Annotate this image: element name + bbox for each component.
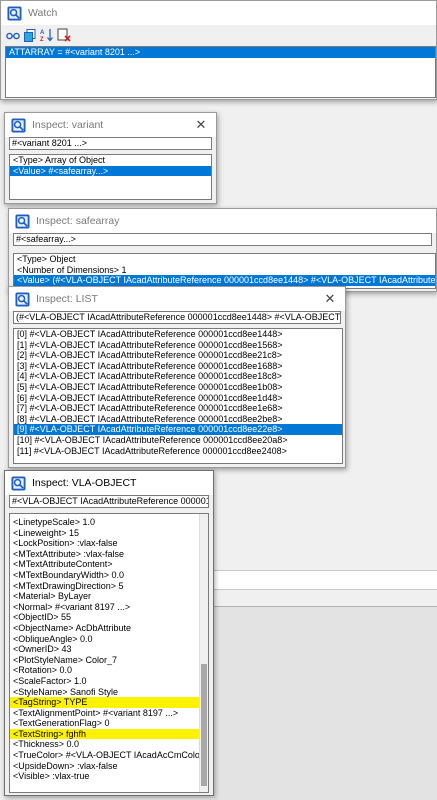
inspect-safearray-list[interactable]: <Type> Object <Number of Dimensions> 1 <… [13, 253, 436, 289]
property-row[interactable]: <ObjectName> AcDbAttribute [10, 623, 199, 634]
property-row[interactable]: <OwnerID> 43 [10, 644, 199, 655]
vlisp-watch-icon [7, 6, 22, 21]
inspect-variant-field: #<variant 8201 ...> [9, 137, 212, 150]
property-row[interactable]: <MTextAttributeContent> [10, 559, 199, 570]
list-item[interactable]: [5] #<VLA-OBJECT IAcadAttributeReference… [14, 382, 342, 393]
inspect-safearray-field: #<safearray...> [13, 233, 432, 246]
clear-window-icon[interactable] [56, 28, 71, 43]
inspect-list-titlebar[interactable]: Inspect: LIST ✕ [9, 287, 345, 311]
inspect-vla-object-title: Inspect: VLA-OBJECT [32, 477, 137, 489]
inspect-variant-window: Inspect: variant ✕ #<variant 8201 ...> <… [4, 112, 217, 204]
inspect-safearray-window: Inspect: safearray #<safearray...> <Type… [8, 208, 437, 292]
inspect-variant-list[interactable]: <Type> Array of Object <Value> #<safearr… [9, 154, 212, 200]
inspect-list-list[interactable]: [0] #<VLA-OBJECT IAcadAttributeReference… [13, 328, 343, 464]
inspect-variant-title: Inspect: variant [32, 119, 104, 131]
vlisp-inspect-icon [15, 292, 30, 307]
property-row[interactable]: <ObjectID> 55 [10, 612, 199, 623]
vlisp-inspect-icon [11, 476, 26, 491]
watch-titlebar[interactable]: Watch [1, 1, 436, 25]
list-item[interactable]: ATTARRAY = #<variant 8201 ...> [6, 47, 435, 58]
list-item[interactable]: [6] #<VLA-OBJECT IAcadAttributeReference… [14, 393, 342, 404]
property-row[interactable]: <LockPosition> :vlax-false [10, 538, 199, 549]
property-row[interactable]: <Material> ByLayer [10, 591, 199, 602]
property-row[interactable]: <MTextDrawingDirection> 5 [10, 581, 199, 592]
background-panel [214, 570, 437, 590]
list-item[interactable]: [1] #<VLA-OBJECT IAcadAttributeReference… [14, 340, 342, 351]
close-icon[interactable]: ✕ [186, 113, 216, 137]
list-item[interactable]: [10] #<VLA-OBJECT IAcadAttributeReferenc… [14, 435, 342, 446]
property-row[interactable]: <TextAlignmentPoint> #<variant 8197 ...> [10, 708, 199, 719]
property-row[interactable]: <Lineweight> 15 [10, 528, 199, 539]
close-icon[interactable]: ✕ [315, 287, 345, 311]
property-row[interactable]: <StyleName> Sanofi Style [10, 687, 199, 698]
sort-az-icon[interactable]: AZ [39, 28, 54, 43]
list-item[interactable]: <Value> #<safearray...> [10, 165, 211, 177]
svg-text:A: A [40, 30, 45, 36]
list-item[interactable]: [8] #<VLA-OBJECT IAcadAttributeReference… [14, 414, 342, 425]
vertical-scrollbar[interactable] [199, 514, 208, 792]
list-item[interactable]: [0] #<VLA-OBJECT IAcadAttributeReference… [14, 329, 342, 340]
property-list: <LinetypeScale> 1.0 <Lineweight> 15 <Loc… [10, 514, 199, 792]
property-row-textstring[interactable]: <TextString> fghfh [10, 728, 199, 740]
property-row[interactable]: <Thickness> 0.0 [10, 739, 199, 750]
property-row[interactable]: <LinetypeScale> 1.0 [10, 517, 199, 528]
inspect-safearray-titlebar[interactable]: Inspect: safearray [9, 209, 436, 233]
property-row[interactable]: <Visible> :vlax-true [10, 771, 199, 782]
list-item[interactable]: [11] #<VLA-OBJECT IAcadAttributeReferenc… [14, 446, 342, 457]
property-row[interactable]: <Rotation> 0.0 [10, 665, 199, 676]
property-row[interactable]: <UpsideDown> :vlax-false [10, 761, 199, 772]
watch-window: Watch AZ ATTARRAY = #<variant 8201 ...> [0, 0, 437, 100]
property-row[interactable]: <MTextBoundaryWidth> 0.0 [10, 570, 199, 581]
property-row[interactable]: <TrueColor> #<VLA-OBJECT IAcadAcCmColor [10, 750, 199, 761]
list-item[interactable]: <Type> Object [14, 254, 435, 265]
copy-icon[interactable] [22, 28, 37, 43]
list-item[interactable]: <Type> Array of Object [10, 155, 211, 166]
property-row[interactable]: <PlotStyleName> Color_7 [10, 655, 199, 666]
inspect-list-field: (#<VLA-OBJECT IAcadAttributeReference 00… [13, 311, 341, 324]
property-row[interactable]: <ObliqueAngle> 0.0 [10, 634, 199, 645]
background-panel [214, 606, 437, 800]
vlisp-inspect-icon [15, 214, 30, 229]
list-item[interactable]: <Number of Dimensions> 1 [14, 265, 435, 276]
inspect-vla-object-titlebar[interactable]: Inspect: VLA-OBJECT [5, 471, 213, 495]
inspect-safearray-title: Inspect: safearray [36, 215, 120, 227]
watch-title: Watch [28, 7, 58, 19]
inspect-vla-object-window: Inspect: VLA-OBJECT #<VLA-OBJECT IAcadAt… [4, 470, 214, 796]
property-row[interactable]: <Normal> #<variant 8197 ...> [10, 602, 199, 613]
property-row[interactable]: <MTextAttribute> :vlax-false [10, 549, 199, 560]
list-item[interactable]: <Value> (#<VLA-OBJECT IAcadAttributeRefe… [14, 275, 435, 286]
scrollbar-thumb[interactable] [201, 664, 207, 786]
property-row-tagstring[interactable]: <TagString> TYPE [10, 697, 199, 708]
inspect-vla-object-field: #<VLA-OBJECT IAcadAttributeReference 000… [9, 495, 209, 508]
list-item[interactable]: [4] #<VLA-OBJECT IAcadAttributeReference… [14, 371, 342, 382]
list-item[interactable]: [2] #<VLA-OBJECT IAcadAttributeReference… [14, 350, 342, 361]
list-item[interactable]: [7] #<VLA-OBJECT IAcadAttributeReference… [14, 403, 342, 414]
list-item[interactable]: [3] #<VLA-OBJECT IAcadAttributeReference… [14, 361, 342, 372]
inspect-list-title: Inspect: LIST [36, 293, 98, 305]
svg-text:Z: Z [40, 37, 44, 42]
add-watch-icon[interactable] [5, 28, 20, 43]
property-row[interactable]: <ScaleFactor> 1.0 [10, 676, 199, 687]
inspect-list-window: Inspect: LIST ✕ (#<VLA-OBJECT IAcadAttri… [8, 286, 346, 468]
inspect-variant-titlebar[interactable]: Inspect: variant ✕ [5, 113, 216, 137]
vlisp-inspect-icon [11, 118, 26, 133]
list-item[interactable]: [9] #<VLA-OBJECT IAcadAttributeReference… [14, 424, 342, 435]
watch-toolbar: AZ [1, 25, 436, 45]
watch-list[interactable]: ATTARRAY = #<variant 8201 ...> [5, 46, 436, 98]
inspect-vla-object-list[interactable]: <LinetypeScale> 1.0 <Lineweight> 15 <Loc… [9, 513, 209, 793]
property-row[interactable]: <TextGenerationFlag> 0 [10, 718, 199, 729]
